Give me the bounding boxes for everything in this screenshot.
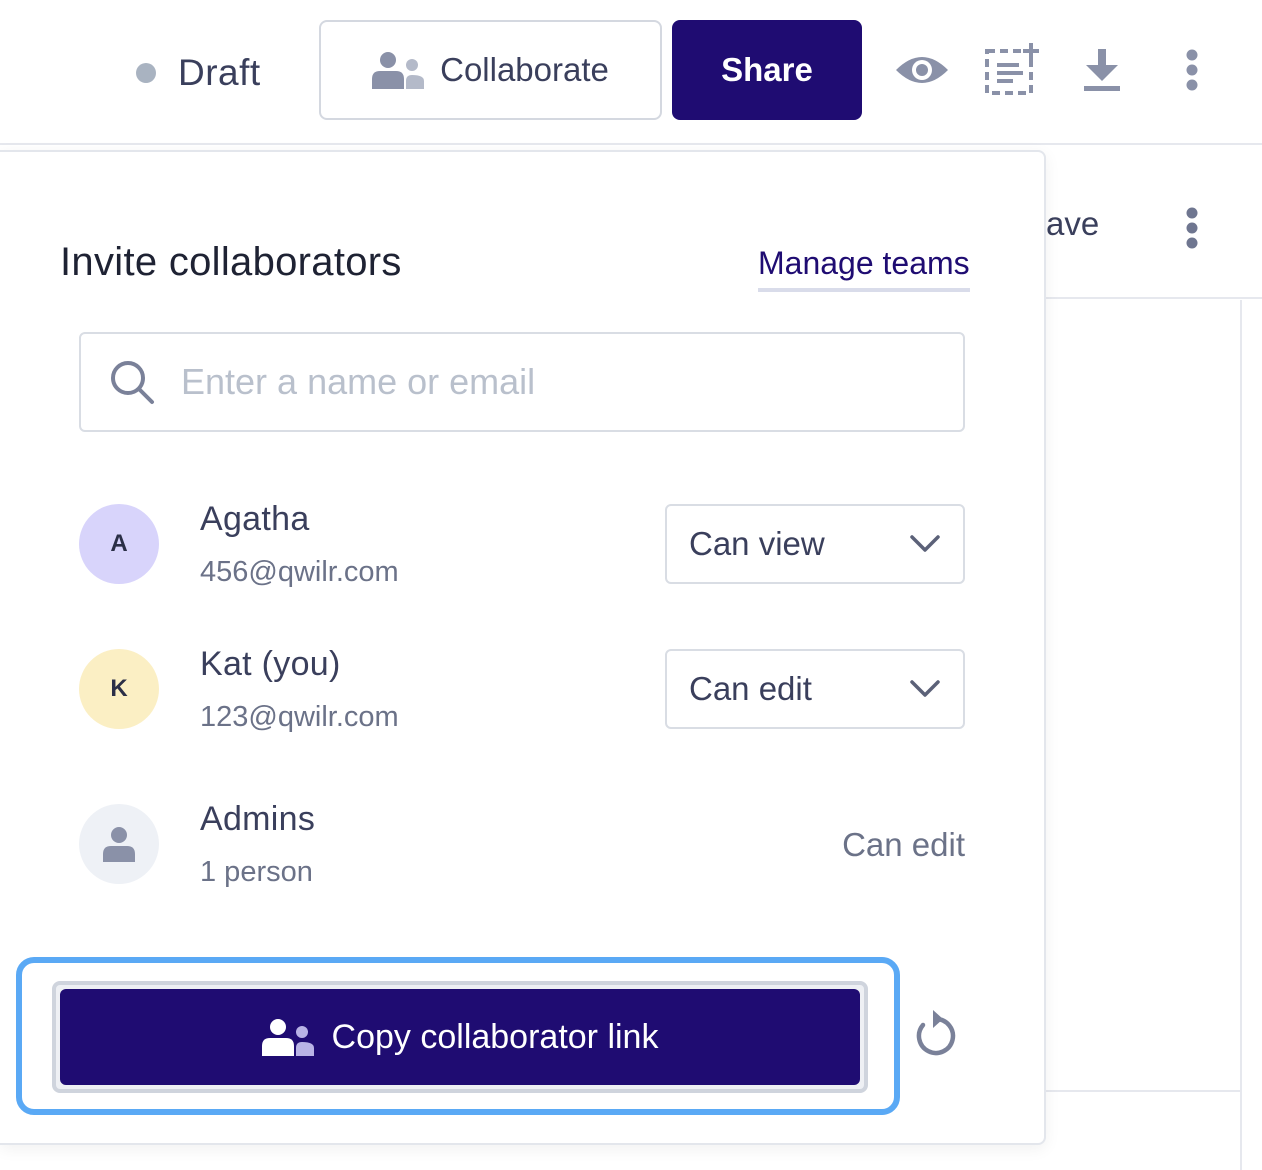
chevron-down-icon	[910, 680, 940, 697]
avatar-initial: K	[110, 675, 128, 702]
share-label: Share	[721, 51, 813, 88]
search-icon	[111, 361, 154, 404]
chevron-down-icon	[910, 535, 940, 552]
background-save-label: ave	[1046, 205, 1100, 242]
copy-link-wrapper: Copy collaborator link	[52, 981, 868, 1093]
background-divider	[1046, 1090, 1242, 1092]
share-button[interactable]: Share	[672, 20, 862, 120]
draft-status: Draft	[136, 52, 261, 94]
eye-icon[interactable]	[892, 40, 952, 100]
collaborate-label: Collaborate	[440, 51, 609, 88]
search-input[interactable]	[181, 361, 901, 403]
copy-link-label: Copy collaborator link	[331, 1017, 659, 1056]
more-vertical-icon[interactable]	[1170, 198, 1214, 258]
collaborator-detail: 1 person	[200, 856, 313, 888]
background-panel	[1046, 300, 1242, 1170]
add-block-icon[interactable]	[982, 40, 1042, 100]
collaborator-row: A Agatha 456@qwilr.com Can view	[79, 500, 965, 604]
permission-value: Can edit	[842, 826, 965, 863]
avatar-initial: A	[110, 530, 128, 557]
status-dot-icon	[136, 63, 156, 83]
search-field[interactable]	[79, 332, 965, 432]
collaborator-name: Agatha	[200, 500, 310, 538]
permission-select[interactable]: Can edit	[665, 649, 965, 729]
avatar	[79, 804, 159, 884]
popover-title: Invite collaborators	[60, 240, 402, 284]
permission-value: Can edit	[689, 670, 812, 707]
download-icon[interactable]	[1072, 40, 1132, 100]
people-icon	[372, 52, 425, 89]
person-icon	[103, 827, 135, 862]
status-label: Draft	[178, 52, 261, 93]
collaborator-row: Admins 1 person Can edit	[79, 800, 965, 904]
collaborate-button[interactable]: Collaborate	[319, 20, 662, 120]
invite-popover: Invite collaborators Manage teams A Agat…	[0, 150, 1046, 1145]
collaborator-email: 123@qwilr.com	[200, 701, 399, 733]
avatar: K	[79, 649, 159, 729]
collaborator-name: Kat (you)	[200, 645, 341, 683]
avatar: A	[79, 504, 159, 584]
copy-link-focus-ring: Copy collaborator link	[16, 957, 900, 1115]
people-icon	[261, 1019, 314, 1056]
collaborator-email: 456@qwilr.com	[200, 556, 399, 588]
more-vertical-icon[interactable]	[1162, 40, 1222, 100]
refresh-icon[interactable]	[910, 1007, 962, 1059]
permission-select[interactable]: Can view	[665, 504, 965, 584]
top-bar: Draft Collaborate Share	[0, 0, 1262, 145]
collaborator-row: K Kat (you) 123@qwilr.com Can edit	[79, 645, 965, 749]
copy-collaborator-link-button[interactable]: Copy collaborator link	[60, 989, 860, 1085]
permission-value: Can view	[689, 525, 825, 562]
manage-teams-link[interactable]: Manage teams	[758, 245, 970, 292]
collaborator-name: Admins	[200, 800, 316, 838]
